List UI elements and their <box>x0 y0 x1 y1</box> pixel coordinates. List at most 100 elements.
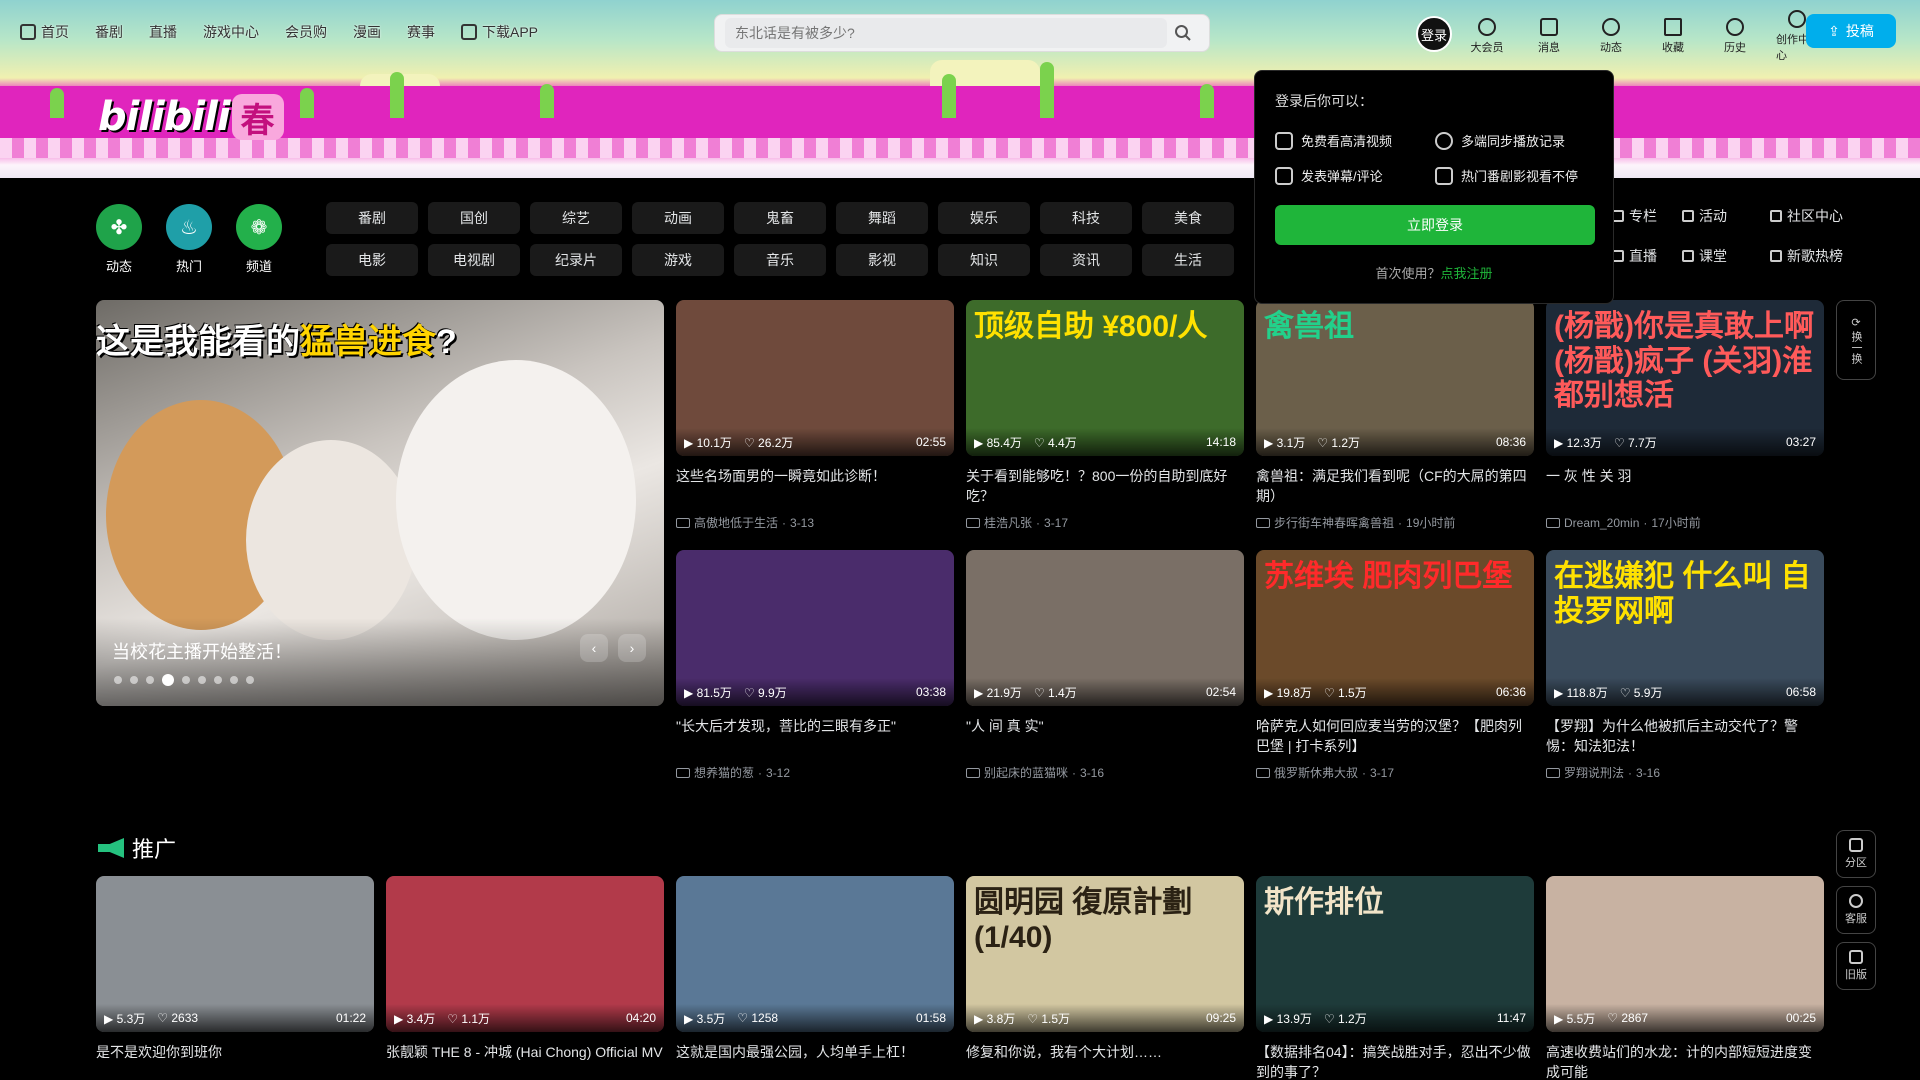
video-card[interactable]: 苏维埃 肥肉列巴堡 ▶ 19.8万 ♡ 1.5万 06:36 哈萨克人如何回应麦当劳的汉… <box>1256 550 1534 781</box>
category-item[interactable]: 资讯 <box>1040 244 1132 276</box>
video-card[interactable]: 禽兽祖 ▶ 3.1万 ♡ 1.2万 08:36 禽兽祖：满足我们看到呢（CF的大屌的第四… <box>1256 300 1534 531</box>
video-card[interactable]: ▶ 3.5万 ♡ 1258 01:58 这就是国内最强公园，人均单手上杠！ <box>676 876 954 1080</box>
video-card[interactable]: ▶ 81.5万 ♡ 9.9万 03:38 "长大后才发现，菩比的三眼有多正" 想养猫的葱… <box>676 550 954 781</box>
video-title[interactable]: 哈萨克人如何回应麦当劳的汉堡？【肥肉列巴堡 | 打卡系列】 <box>1256 716 1534 756</box>
video-title[interactable]: 禽兽祖：满足我们看到呢（CF的大屌的第四期） <box>1256 466 1534 506</box>
video-thumbnail[interactable]: 苏维埃 肥肉列巴堡 ▶ 19.8万 ♡ 1.5万 06:36 <box>1256 550 1534 706</box>
carousel-prev-button[interactable]: ‹ <box>580 634 608 662</box>
video-title[interactable]: "人 间 真 实" <box>966 716 1244 756</box>
refresh-button[interactable]: ⟳ 换一换 <box>1836 300 1876 380</box>
uploader-name[interactable]: 俄罗斯休弗大叔 <box>1274 764 1358 781</box>
category-item[interactable]: 娱乐 <box>938 202 1030 234</box>
video-thumbnail[interactable]: ▶ 81.5万 ♡ 9.9万 03:38 <box>676 550 954 706</box>
category-item[interactable]: 国创 <box>428 202 520 234</box>
uploader-name[interactable]: 别起床的蓝猫咪 <box>984 764 1068 781</box>
category-item[interactable]: 电视剧 <box>428 244 520 276</box>
video-title[interactable]: 是不是欢迎你到班你 <box>96 1042 374 1080</box>
nav-anime[interactable]: 番剧 <box>95 22 123 42</box>
tool-vip[interactable]: 大会员 <box>1466 18 1508 55</box>
category-item[interactable]: 动画 <box>632 202 724 234</box>
float-service-button[interactable]: 客服 <box>1836 886 1876 934</box>
video-title[interactable]: 【罗翔】为什么他被抓后主动交代了？警惕：知法犯法！ <box>1546 716 1824 756</box>
category-item[interactable]: 科技 <box>1040 202 1132 234</box>
quick-dynamics[interactable]: ✤ 动态 <box>96 204 142 275</box>
upload-button[interactable]: ⇪ 投稿 <box>1806 14 1896 48</box>
category-item[interactable]: 影视 <box>836 244 928 276</box>
register-link[interactable]: 点我注册 <box>1441 266 1493 281</box>
video-card[interactable]: 圆明园 復原計劃 (1/40) ▶ 3.8万 ♡ 1.5万 09:25 修复和你说，我有… <box>966 876 1244 1080</box>
search-input[interactable] <box>725 18 1167 48</box>
link-community[interactable]: 社区中心 <box>1770 206 1880 226</box>
video-thumbnail[interactable]: ▶ 5.5万 ♡ 2867 00:25 <box>1546 876 1824 1032</box>
tool-dynamics[interactable]: 动态 <box>1590 18 1632 55</box>
video-title[interactable]: 张靓颖 THE 8 - 冲城 (Hai Chong) Official MV <box>386 1042 664 1080</box>
video-thumbnail[interactable]: ▶ 3.4万 ♡ 1.1万 04:20 <box>386 876 664 1032</box>
login-now-button[interactable]: 立即登录 <box>1275 205 1595 245</box>
video-card[interactable]: 斯作排位 ▶ 13.9万 ♡ 1.2万 11:47 【数据排名04】：搞笑战胜对手，忍出… <box>1256 876 1534 1080</box>
video-card[interactable]: 在逃嫌犯 什么叫 自投罗网啊 ▶ 118.8万 ♡ 5.9万 06:58 【罗翔】为什么… <box>1546 550 1824 781</box>
video-title[interactable]: 关于看到能够吃！？800一份的自助到底好吃？ <box>966 466 1244 506</box>
video-thumbnail[interactable]: (杨戬)你是真敢上啊 (杨戬)疯子 (关羽)淮都别想活 ▶ 12.3万 ♡ 7.7万… <box>1546 300 1824 456</box>
uploader-name[interactable]: Dream_20min <box>1564 516 1639 530</box>
quick-channels[interactable]: ❁ 频道 <box>236 204 282 275</box>
login-avatar-button[interactable]: 登录 <box>1416 16 1452 52</box>
tool-history[interactable]: 历史 <box>1714 18 1756 55</box>
video-title[interactable]: 这些名场面男的一瞬竟如此诊断！ <box>676 466 954 506</box>
video-card[interactable]: ▶ 5.5万 ♡ 2867 00:25 高速收费站们的水龙：计的内部短短进度变成可能 <box>1546 876 1824 1080</box>
category-item[interactable]: 电影 <box>326 244 418 276</box>
category-item[interactable]: 生活 <box>1142 244 1234 276</box>
carousel-dot[interactable] <box>182 676 190 684</box>
category-item[interactable]: 番剧 <box>326 202 418 234</box>
carousel-next-button[interactable]: › <box>618 634 646 662</box>
link-music-chart[interactable]: 新歌热榜 <box>1770 246 1880 266</box>
video-thumbnail[interactable]: 顶级自助 ¥800/人 ▶ 85.4万 ♡ 4.4万 14:18 <box>966 300 1244 456</box>
video-thumbnail[interactable]: ▶ 10.1万 ♡ 26.2万 02:55 <box>676 300 954 456</box>
carousel-dot[interactable] <box>214 676 222 684</box>
video-card[interactable]: ▶ 10.1万 ♡ 26.2万 02:55 这些名场面男的一瞬竟如此诊断！ 高傲地低于生… <box>676 300 954 531</box>
carousel-dot[interactable] <box>246 676 254 684</box>
nav-mall[interactable]: 会员购 <box>285 22 327 42</box>
uploader-name[interactable]: 步行街车神春晖禽兽祖 <box>1274 514 1394 531</box>
float-old-version-button[interactable]: 旧版 <box>1836 942 1876 990</box>
uploader-name[interactable]: 想养猫的葱 <box>694 764 754 781</box>
float-category-button[interactable]: 分区 <box>1836 830 1876 878</box>
video-thumbnail[interactable]: ▶ 3.5万 ♡ 1258 01:58 <box>676 876 954 1032</box>
uploader-name[interactable]: 桂浩凡张 <box>984 514 1032 531</box>
category-item[interactable]: 美食 <box>1142 202 1234 234</box>
nav-download-app[interactable]: 下载APP <box>461 22 538 42</box>
link-activity[interactable]: 活动 <box>1682 206 1770 226</box>
nav-game-center[interactable]: 游戏中心 <box>203 22 259 42</box>
carousel-dot[interactable] <box>198 676 206 684</box>
carousel-dot[interactable] <box>162 674 174 686</box>
featured-carousel[interactable]: 这是我能看的猛兽进食? 当校花主播开始整活！ ‹ › <box>96 300 664 706</box>
video-title[interactable]: 高速收费站们的水龙：计的内部短短进度变成可能 <box>1546 1042 1824 1080</box>
video-title[interactable]: 【数据排名04】：搞笑战胜对手，忍出不少做到的事了？ <box>1256 1042 1534 1080</box>
category-item[interactable]: 游戏 <box>632 244 724 276</box>
video-thumbnail[interactable]: ▶ 21.9万 ♡ 1.4万 02:54 <box>966 550 1244 706</box>
link-classroom[interactable]: 课堂 <box>1682 246 1770 266</box>
category-item[interactable]: 鬼畜 <box>734 202 826 234</box>
link-column[interactable]: 专栏 <box>1612 206 1682 226</box>
video-title[interactable]: "长大后才发现，菩比的三眼有多正" <box>676 716 954 756</box>
category-item[interactable]: 纪录片 <box>530 244 622 276</box>
video-thumbnail[interactable]: 斯作排位 ▶ 13.9万 ♡ 1.2万 11:47 <box>1256 876 1534 1032</box>
uploader-name[interactable]: 罗翔说刑法 <box>1564 764 1624 781</box>
video-title[interactable]: 修复和你说，我有个大计划…… <box>966 1042 1244 1080</box>
carousel-caption[interactable]: 当校花主播开始整活！ <box>112 638 292 664</box>
video-card[interactable]: ▶ 21.9万 ♡ 1.4万 02:54 "人 间 真 实" 别起床的蓝猫咪 · 3-16 <box>966 550 1244 781</box>
video-title[interactable]: 一 灰 性 关 羽 <box>1546 466 1824 506</box>
video-card[interactable]: ▶ 5.3万 ♡ 2633 01:22 是不是欢迎你到班你 <box>96 876 374 1080</box>
tool-messages[interactable]: 消息 <box>1528 18 1570 55</box>
video-thumbnail[interactable]: 圆明园 復原計劃 (1/40) ▶ 3.8万 ♡ 1.5万 09:25 <box>966 876 1244 1032</box>
video-thumbnail[interactable]: 在逃嫌犯 什么叫 自投罗网啊 ▶ 118.8万 ♡ 5.9万 06:58 <box>1546 550 1824 706</box>
nav-esports[interactable]: 赛事 <box>407 22 435 42</box>
category-item[interactable]: 音乐 <box>734 244 826 276</box>
tool-favorites[interactable]: 收藏 <box>1652 18 1694 55</box>
nav-live[interactable]: 直播 <box>149 22 177 42</box>
carousel-dot[interactable] <box>114 676 122 684</box>
category-item[interactable]: 知识 <box>938 244 1030 276</box>
nav-manga[interactable]: 漫画 <box>353 22 381 42</box>
carousel-dot[interactable] <box>130 676 138 684</box>
quick-hot[interactable]: ♨ 热门 <box>166 204 212 275</box>
video-card[interactable]: (杨戬)你是真敢上啊 (杨戬)疯子 (关羽)淮都别想活 ▶ 12.3万 ♡ 7.7万… <box>1546 300 1824 531</box>
